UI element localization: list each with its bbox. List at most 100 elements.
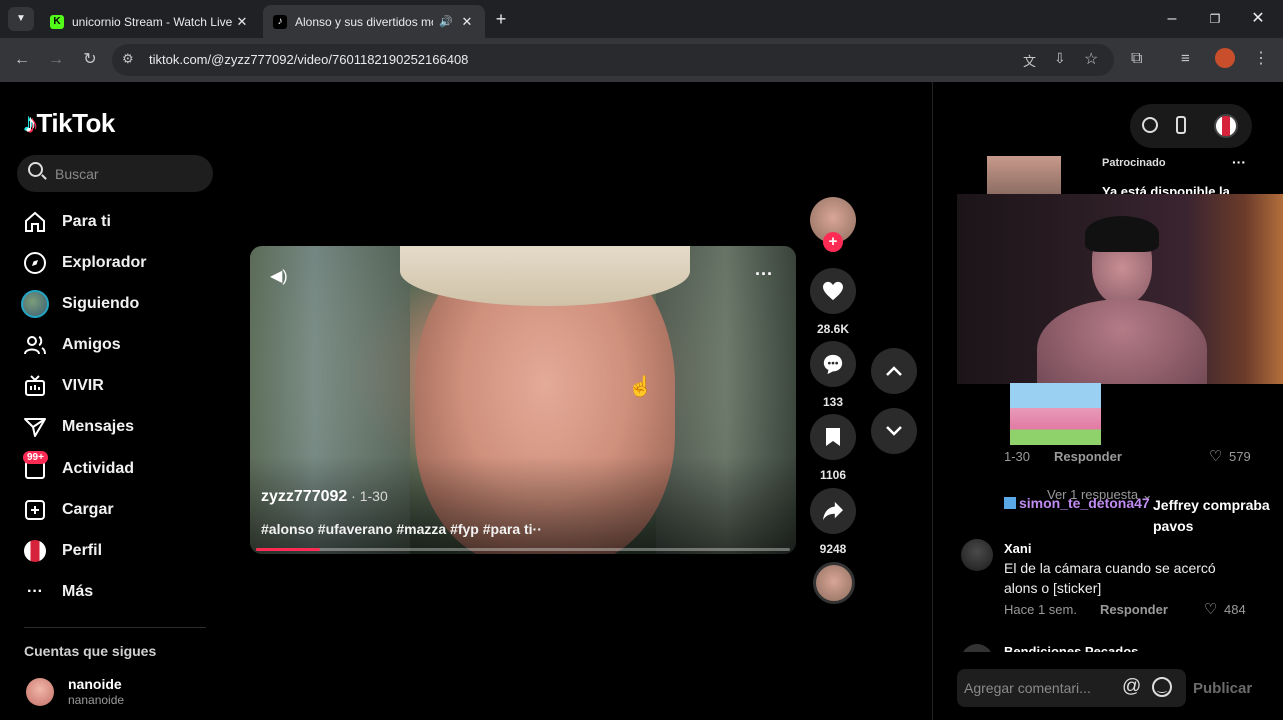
nav-item-cargar[interactable]: Cargar	[20, 493, 220, 527]
tab-unicornio-stream[interactable]: K unicornio Stream - Watch Live o ✕	[40, 5, 260, 38]
compass-icon[interactable]	[1142, 117, 1158, 133]
tab-search-button[interactable]: ▼	[8, 7, 34, 31]
extensions-icon[interactable]: ⧉	[1131, 50, 1142, 68]
follow-plus-icon[interactable]: +	[823, 232, 843, 252]
video-more-icon[interactable]: ···	[755, 264, 773, 285]
brand-name: TikTok	[36, 108, 116, 138]
chevron-up-icon	[886, 366, 902, 376]
video-progress-track[interactable]	[256, 548, 790, 551]
tab-title: unicornio Stream - Watch Live o	[72, 14, 234, 29]
mention-icon[interactable]: @	[1122, 676, 1141, 698]
nav-item-amigos[interactable]: Amigos	[20, 328, 220, 362]
comment-author[interactable]: Xani	[1004, 541, 1031, 556]
profile-avatar-icon	[20, 536, 50, 566]
media-control-icon[interactable]: ≡	[1181, 50, 1190, 67]
save-button[interactable]	[810, 414, 856, 460]
comment-item: Xani El de la cámara cuando se acercó al…	[957, 537, 1277, 627]
ad-thumbnail	[987, 156, 1061, 194]
nav-item-mensajes[interactable]: Mensajes	[20, 410, 220, 444]
kick-icon: K	[50, 14, 64, 29]
previous-video-button[interactable]	[871, 348, 917, 394]
comment-button[interactable]	[810, 341, 856, 387]
avatar[interactable]	[961, 644, 993, 652]
save-action: 1106	[810, 414, 856, 482]
close-window-button[interactable]: ✕	[1248, 9, 1268, 29]
heart-outline-icon[interactable]: ♡	[1204, 600, 1217, 618]
tab-tiktok-video[interactable]: ♪ Alonso y sus divertidos mo 🔊 ✕	[263, 5, 485, 38]
tiktok-logo[interactable]: ♪TikTok	[24, 108, 115, 139]
sponsored-label: Patrocinado	[1102, 157, 1166, 169]
install-app-icon[interactable]: ⇩	[1054, 50, 1066, 67]
translate-icon[interactable]: 文	[1023, 51, 1036, 70]
comment-placeholder: Agregar comentari...	[964, 680, 1091, 696]
compass-icon	[20, 248, 50, 278]
nav-item-siguiendo[interactable]: Siguiendo	[20, 287, 220, 321]
reply-date: 1-30	[1004, 449, 1031, 464]
top-mini-toolbar	[1130, 104, 1252, 148]
close-icon[interactable]: ✕	[459, 14, 475, 30]
comment-item-partial: Bendiciones Pecados	[957, 644, 1277, 652]
browser-toolbar: ← → ↻ ⚙ tiktok.com/@zyzz777092/video/760…	[0, 38, 1283, 82]
heart-outline-icon[interactable]: ♡	[1209, 447, 1222, 465]
sponsored-card[interactable]: Patrocinado Ya está disponible la ···	[957, 154, 1280, 194]
avatar-icon	[20, 289, 50, 319]
reply-button[interactable]: Responder	[1054, 449, 1122, 464]
like-button[interactable]	[810, 268, 856, 314]
forward-button[interactable]: →	[44, 48, 68, 72]
profile-avatar-icon[interactable]	[1214, 114, 1238, 138]
avatar[interactable]	[961, 539, 993, 571]
next-video-button[interactable]	[871, 408, 917, 454]
nav-item-perfil[interactable]: Perfil	[20, 534, 220, 568]
nav-item-actividad[interactable]: 99+ Actividad	[20, 451, 220, 486]
bookmark-icon	[826, 428, 840, 446]
following-account[interactable]: nanoide nananoide	[24, 676, 214, 710]
browser-menu-icon[interactable]: ⋮	[1253, 48, 1269, 68]
publish-button[interactable]: Publicar	[1193, 680, 1252, 697]
video-caption[interactable]: #alonso #ufaverano #mazza #fyp #para ti·…	[261, 521, 542, 537]
new-tab-button[interactable]: +	[490, 8, 512, 30]
sticker-image	[1010, 383, 1101, 445]
sidebar-divider	[24, 627, 206, 628]
author-avatar-button[interactable]: +	[810, 197, 856, 252]
reload-button[interactable]: ↻	[78, 48, 102, 72]
share-count: 9248	[819, 542, 847, 556]
bookmark-star-icon[interactable]: ☆	[1084, 49, 1098, 69]
comment-input[interactable]: Agregar comentari... @ ‿	[957, 669, 1186, 707]
video-player[interactable]: ◀) ··· zyzz777092 · 1-30 #alonso #ufaver…	[250, 246, 796, 554]
nav-item-mas[interactable]: ··· Más	[20, 575, 220, 609]
chevron-down-icon	[886, 426, 902, 436]
search-input[interactable]: Buscar	[17, 155, 213, 192]
video-author[interactable]: zyzz777092	[261, 488, 347, 505]
nav-label: Perfil	[62, 542, 103, 559]
chat-username: simon_te_detona47	[1019, 495, 1150, 511]
tab-title: Alonso y sus divertidos mo	[295, 14, 434, 29]
sound-disc-avatar[interactable]	[813, 562, 855, 604]
site-info-icon[interactable]: ⚙	[122, 51, 134, 67]
ad-more-icon[interactable]: ···	[1232, 154, 1246, 170]
tiktok-icon: ♪	[273, 14, 287, 29]
comment-like-count: 484	[1224, 602, 1246, 617]
address-bar[interactable]: ⚙ tiktok.com/@zyzz777092/video/760118219…	[112, 44, 1114, 76]
save-count: 1106	[819, 468, 847, 482]
minimize-button[interactable]: –	[1162, 9, 1182, 29]
url-text: tiktok.com/@zyzz777092/video/76011821902…	[149, 52, 469, 67]
comment-author[interactable]: Bendiciones Pecados	[1004, 644, 1138, 652]
phone-icon[interactable]	[1176, 116, 1186, 134]
back-button[interactable]: ←	[10, 48, 34, 72]
restore-button[interactable]: ❐	[1205, 9, 1225, 29]
reply-button[interactable]: Responder	[1100, 602, 1168, 617]
emoji-icon[interactable]: ‿	[1152, 677, 1172, 697]
nav-label: Para ti	[62, 213, 111, 230]
profile-avatar-icon[interactable]	[1215, 48, 1235, 68]
speaker-icon[interactable]: 🔊	[439, 15, 453, 28]
browser-tab-strip: ▼ K unicornio Stream - Watch Live o ✕ ♪ …	[0, 0, 1283, 38]
more-dots-icon: ···	[27, 583, 43, 600]
share-button[interactable]	[810, 488, 856, 534]
nav-label: VIVIR	[62, 377, 104, 394]
mute-icon[interactable]: ◀)	[270, 266, 288, 286]
nav-item-vivir[interactable]: VIVIR	[20, 369, 220, 403]
nav-item-para-ti[interactable]: Para ti	[20, 205, 220, 239]
nav-item-explorador[interactable]: Explorador	[20, 246, 220, 280]
friends-icon	[20, 330, 50, 360]
close-icon[interactable]: ✕	[234, 14, 250, 30]
